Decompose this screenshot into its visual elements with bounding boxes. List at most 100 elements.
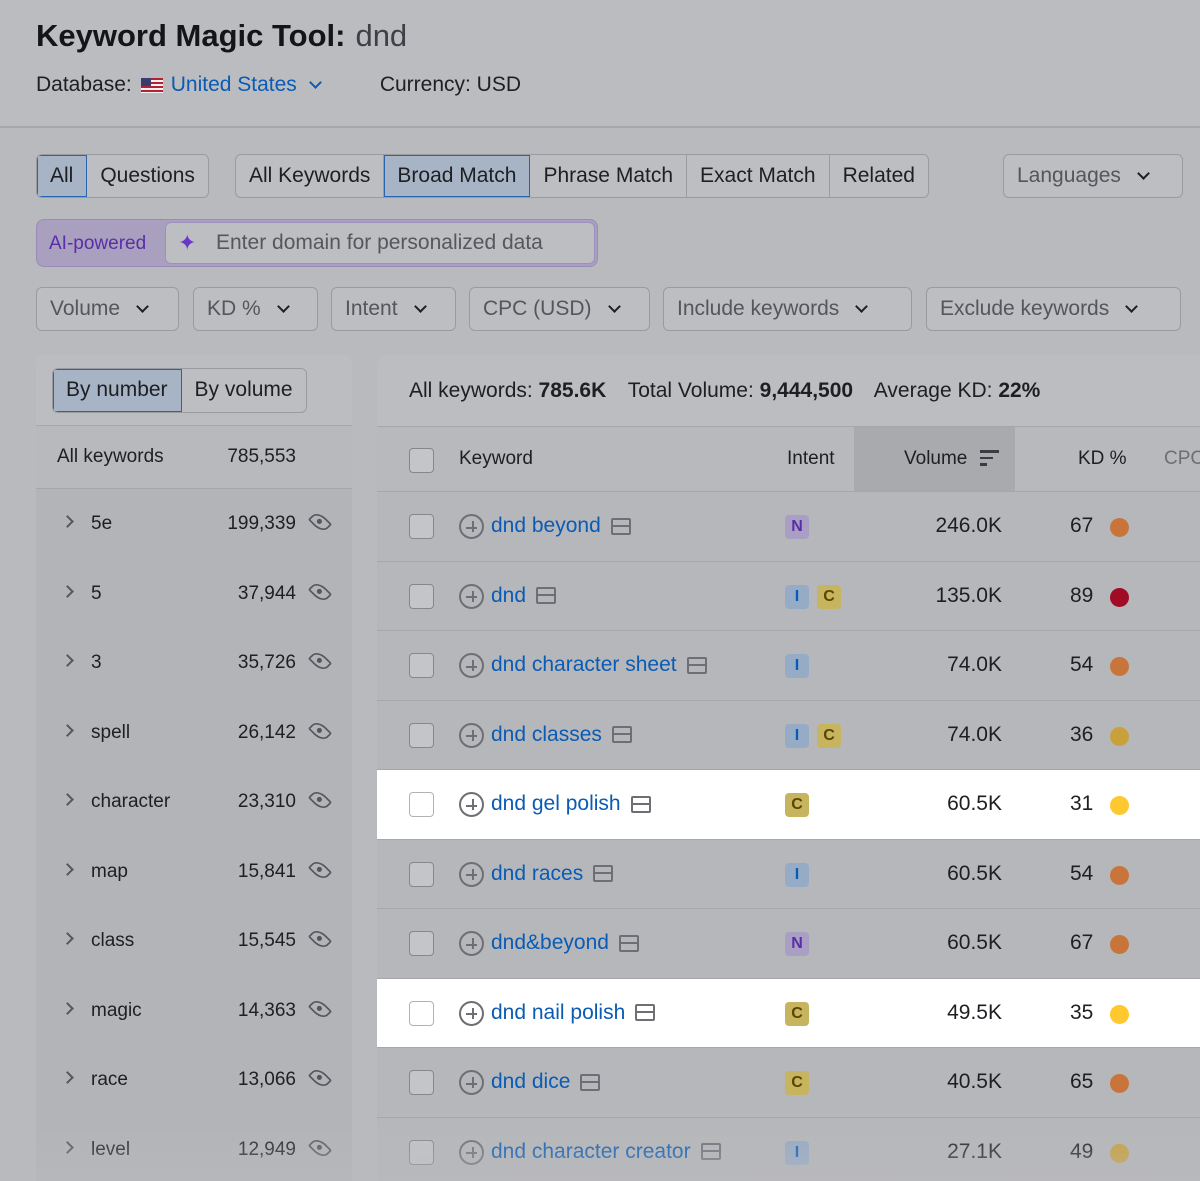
col-volume[interactable]: Volume bbox=[904, 448, 967, 470]
group-row[interactable]: 5e 199,339 bbox=[36, 489, 352, 559]
filter-volume[interactable]: Volume bbox=[36, 287, 179, 331]
keyword-link[interactable]: dnd nail polish bbox=[491, 1001, 656, 1025]
keyword-link[interactable]: dnd character sheet bbox=[491, 653, 707, 677]
chevron-right-icon[interactable] bbox=[61, 793, 74, 806]
add-to-list-icon[interactable] bbox=[459, 1139, 484, 1165]
chevron-right-icon[interactable] bbox=[61, 932, 74, 945]
group-row[interactable]: 5 37,944 bbox=[36, 559, 352, 629]
chevron-right-icon[interactable] bbox=[61, 1001, 74, 1015]
eye-icon[interactable] bbox=[307, 1135, 333, 1160]
group-row[interactable]: character 23,310 bbox=[36, 767, 352, 837]
chevron-right-icon[interactable] bbox=[61, 1071, 74, 1084]
eye-icon[interactable] bbox=[307, 787, 333, 813]
filter-cpc[interactable]: CPC (USD) bbox=[469, 287, 650, 331]
keyword-link[interactable]: dnd bbox=[491, 584, 557, 608]
tab-related[interactable]: Related bbox=[830, 155, 928, 197]
eye-icon[interactable] bbox=[307, 579, 333, 604]
keyword-link[interactable]: dnd character creator bbox=[491, 1140, 721, 1164]
serp-icon[interactable] bbox=[686, 656, 707, 674]
eye-icon[interactable] bbox=[307, 857, 333, 882]
kd-value: 67 bbox=[1070, 514, 1094, 537]
database-selector[interactable]: United States bbox=[170, 73, 322, 97]
chevron-right-icon[interactable] bbox=[61, 515, 74, 528]
eye-icon[interactable] bbox=[307, 509, 333, 535]
serp-icon[interactable] bbox=[630, 795, 651, 813]
col-kd[interactable]: KD % bbox=[1078, 448, 1127, 470]
add-to-list-icon[interactable] bbox=[459, 931, 484, 956]
serp-icon[interactable] bbox=[536, 587, 557, 604]
group-row[interactable]: map 15,841 bbox=[36, 837, 352, 907]
tab-exact-match[interactable]: Exact Match bbox=[687, 155, 830, 197]
chevron-right-icon[interactable] bbox=[61, 654, 74, 667]
filter-intent[interactable]: Intent bbox=[331, 287, 456, 331]
tab-broad-match[interactable]: Broad Match bbox=[384, 155, 531, 197]
add-to-list-icon[interactable] bbox=[459, 653, 484, 678]
serp-icon[interactable] bbox=[618, 934, 639, 952]
col-cpc[interactable]: CPC bbox=[1164, 448, 1200, 470]
group-row[interactable]: class 15,545 bbox=[36, 906, 352, 976]
group-row[interactable]: race 13,066 bbox=[36, 1045, 352, 1115]
languages-dropdown[interactable]: Languages bbox=[1003, 154, 1183, 198]
add-to-list-icon[interactable] bbox=[459, 861, 484, 887]
group-row[interactable]: magic 14,363 bbox=[36, 976, 352, 1046]
col-keyword[interactable]: Keyword bbox=[459, 448, 533, 470]
add-to-list-icon[interactable] bbox=[459, 1000, 484, 1026]
add-to-list-icon[interactable] bbox=[459, 1070, 484, 1095]
database-value: United States bbox=[170, 73, 297, 96]
keyword-link[interactable]: dnd&beyond bbox=[491, 931, 639, 955]
select-all-checkbox[interactable] bbox=[409, 448, 434, 473]
keyword-link[interactable]: dnd races bbox=[491, 862, 614, 886]
tab-questions[interactable]: Questions bbox=[87, 155, 208, 197]
serp-icon[interactable] bbox=[635, 1004, 656, 1021]
chevron-right-icon[interactable] bbox=[61, 584, 74, 598]
filter-kd[interactable]: KD % bbox=[193, 287, 318, 331]
serp-icon[interactable] bbox=[611, 726, 632, 743]
domain-input[interactable]: ✦ Enter domain for personalized data bbox=[165, 222, 595, 264]
serp-icon[interactable] bbox=[610, 517, 631, 535]
row-checkbox[interactable] bbox=[409, 1139, 434, 1165]
tab-all[interactable]: All bbox=[37, 155, 88, 197]
add-to-list-icon[interactable] bbox=[459, 792, 484, 817]
filter-include-keywords[interactable]: Include keywords bbox=[663, 287, 912, 331]
page-header: Keyword Magic Tool: dnd Database: United … bbox=[0, 0, 1200, 128]
keyword-link[interactable]: dnd classes bbox=[491, 723, 632, 747]
row-checkbox[interactable] bbox=[409, 1070, 434, 1095]
row-checkbox[interactable] bbox=[409, 583, 434, 609]
sort-descending-icon[interactable] bbox=[980, 450, 999, 466]
row-checkbox[interactable] bbox=[409, 1000, 434, 1026]
row-checkbox[interactable] bbox=[409, 792, 434, 817]
eye-icon[interactable] bbox=[307, 648, 333, 674]
eye-icon[interactable] bbox=[307, 1065, 333, 1091]
row-checkbox[interactable] bbox=[409, 514, 434, 539]
add-to-list-icon[interactable] bbox=[459, 722, 484, 748]
serp-icon[interactable] bbox=[593, 865, 614, 882]
row-checkbox[interactable] bbox=[409, 653, 434, 678]
eye-icon[interactable] bbox=[307, 926, 333, 952]
chevron-right-icon[interactable] bbox=[61, 862, 74, 876]
keyword-link[interactable]: dnd gel polish bbox=[491, 792, 651, 816]
all-keywords-row[interactable]: All keywords 785,553 bbox=[36, 425, 352, 489]
chevron-right-icon[interactable] bbox=[61, 1140, 74, 1154]
keyword-link[interactable]: dnd dice bbox=[491, 1070, 601, 1094]
table-row: dnd I C 135.0K 89 bbox=[377, 562, 1200, 631]
group-row[interactable]: 3 35,726 bbox=[36, 628, 352, 698]
toggle-by-number[interactable]: By number bbox=[53, 369, 182, 412]
add-to-list-icon[interactable] bbox=[459, 583, 484, 609]
row-checkbox[interactable] bbox=[409, 722, 434, 748]
tab-phrase-match[interactable]: Phrase Match bbox=[530, 155, 688, 197]
serp-icon[interactable] bbox=[580, 1073, 601, 1091]
serp-icon[interactable] bbox=[700, 1143, 721, 1160]
tab-all-keywords[interactable]: All Keywords bbox=[236, 155, 385, 197]
row-checkbox[interactable] bbox=[409, 861, 434, 887]
eye-icon[interactable] bbox=[307, 718, 333, 743]
group-row[interactable]: level 12,949 bbox=[36, 1115, 352, 1181]
add-to-list-icon[interactable] bbox=[459, 514, 484, 539]
col-intent[interactable]: Intent bbox=[787, 448, 835, 470]
chevron-right-icon[interactable] bbox=[61, 723, 74, 737]
group-row[interactable]: spell 26,142 bbox=[36, 698, 352, 768]
filter-exclude-keywords[interactable]: Exclude keywords bbox=[926, 287, 1181, 331]
row-checkbox[interactable] bbox=[409, 931, 434, 956]
toggle-by-volume[interactable]: By volume bbox=[182, 369, 306, 412]
keyword-link[interactable]: dnd beyond bbox=[491, 514, 631, 538]
eye-icon[interactable] bbox=[307, 996, 333, 1021]
